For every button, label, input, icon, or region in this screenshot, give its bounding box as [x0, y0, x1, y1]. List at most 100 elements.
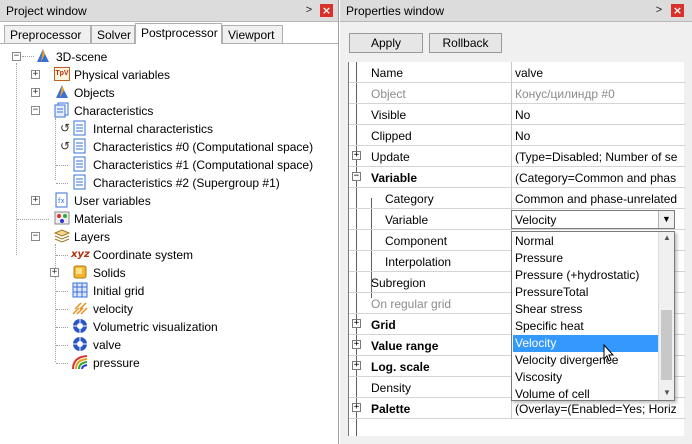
property-row-name[interactable]: Name valve — [349, 62, 685, 83]
dropdown-option[interactable]: Pressure (+hydrostatic) — [513, 267, 658, 284]
scrollbar-thumb[interactable] — [661, 310, 672, 380]
dropdown-arrow-icon[interactable]: ▼ — [658, 211, 674, 228]
property-name: Density — [371, 381, 412, 395]
dropdown-option[interactable]: Viscosity — [513, 369, 658, 386]
pin-icon[interactable]: ˃ — [303, 4, 315, 17]
collapse-icon[interactable]: − — [12, 52, 21, 61]
tree-node-label: Initial grid — [93, 284, 145, 298]
refresh-icon: ↺ — [60, 139, 71, 153]
tree-node-layers[interactable]: − Layers — [0, 228, 330, 246]
column-separator — [511, 167, 512, 188]
property-row-variable-group[interactable]: − Variable (Category=Common and phas — [349, 167, 685, 188]
property-name: Variable — [385, 213, 429, 227]
dropdown-option[interactable]: Specific heat — [513, 318, 658, 335]
tree-node-volumetric-visualization[interactable]: Volumetric visualization — [0, 318, 330, 336]
characteristics-icon — [54, 102, 69, 118]
dropdown-option[interactable]: Velocity divergence — [513, 352, 658, 369]
expand-icon[interactable]: + — [352, 361, 361, 370]
property-row-palette[interactable]: + Palette (Overlay=(Enabled=Yes; Horiz. — [349, 398, 685, 419]
tab-viewport[interactable]: Viewport — [222, 25, 283, 43]
objects-icon — [56, 85, 68, 98]
property-name: Category — [385, 192, 434, 206]
tree-node-characteristics-0[interactable]: ↺ Characteristics #0 (Computational spac… — [0, 138, 330, 156]
scroll-down-icon[interactable]: ▼ — [659, 388, 675, 397]
expand-icon[interactable]: + — [31, 88, 40, 97]
tree-node-label: pressure — [93, 356, 140, 370]
tree-node-label: Characteristics #0 (Computational space) — [93, 140, 314, 154]
expand-icon[interactable]: + — [50, 268, 59, 277]
tree-node-initial-grid[interactable]: Initial grid — [0, 282, 330, 300]
tab-postprocessor[interactable]: Postprocessor — [135, 23, 222, 44]
tree-node-label: Objects — [74, 86, 115, 100]
close-icon[interactable]: × — [320, 4, 333, 17]
tree-node-label: Characteristics #2 (Supergroup #1) — [93, 176, 280, 190]
column-separator — [511, 83, 512, 104]
tree-node-materials[interactable]: Materials — [0, 210, 330, 228]
rollback-button[interactable]: Rollback — [429, 33, 502, 53]
dropdown-option[interactable]: Volume of cell — [513, 386, 658, 400]
tree-node-label: Volumetric visualization — [93, 320, 218, 334]
tree-node-label: Layers — [74, 230, 111, 244]
dropdown-option[interactable]: Normal — [513, 233, 658, 250]
variable-select-value: Velocity — [515, 213, 557, 227]
variable-dropdown-list: Normal Pressure Pressure (+hydrostatic) … — [511, 231, 675, 401]
variable-select[interactable]: Velocity ▼ — [511, 210, 675, 229]
close-icon[interactable]: × — [671, 4, 684, 17]
project-window-titlebar: Project window ˃ × — [0, 0, 338, 22]
property-row-visible[interactable]: Visible No — [349, 104, 685, 125]
property-name: Update — [371, 150, 410, 164]
vector-icon — [72, 302, 88, 315]
tree-node-coordinate-system[interactable]: xyz Coordinate system — [0, 246, 330, 264]
expand-icon[interactable]: + — [31, 70, 40, 79]
tree-node-solids[interactable]: + Solids — [0, 264, 330, 282]
tree-guide — [17, 219, 49, 220]
tree-node-objects[interactable]: + Objects — [0, 84, 330, 102]
tree-node-user-variables[interactable]: + fx User variables — [0, 192, 330, 210]
expand-icon[interactable]: + — [31, 196, 40, 205]
dropdown-option[interactable]: PressureTotal — [513, 284, 658, 301]
tree-guide — [56, 363, 68, 364]
property-row-clipped[interactable]: Clipped No — [349, 125, 685, 146]
tree-node-characteristics-1[interactable]: Characteristics #1 (Computational space) — [0, 156, 330, 174]
solids-icon — [73, 265, 87, 279]
property-value: No — [515, 129, 531, 143]
expand-icon[interactable]: + — [352, 319, 361, 328]
property-name: Grid — [371, 318, 396, 332]
collapse-icon[interactable]: − — [352, 172, 361, 181]
tree-guide — [56, 165, 68, 166]
property-row-update[interactable]: + Update (Type=Disabled; Number of se — [349, 146, 685, 167]
pin-icon[interactable]: ˃ — [653, 4, 665, 17]
tree-node-characteristics[interactable]: − Characteristics — [0, 102, 330, 120]
apply-button[interactable]: Apply — [349, 33, 423, 53]
tree-node-characteristics-2[interactable]: Characteristics #2 (Supergroup #1) — [0, 174, 330, 192]
tree-node-internal-characteristics[interactable]: ↺ Internal characteristics — [0, 120, 330, 138]
tree-guide — [56, 309, 68, 310]
tree-node-valve[interactable]: valve — [0, 336, 330, 354]
dropdown-option-selected[interactable]: Velocity — [513, 335, 658, 352]
scroll-up-icon[interactable]: ▲ — [659, 233, 675, 242]
property-name: Value range — [371, 339, 439, 353]
expand-icon[interactable]: + — [352, 340, 361, 349]
tree-node-3d-scene[interactable]: − 3D-scene — [0, 48, 330, 66]
collapse-icon[interactable]: − — [31, 232, 40, 241]
dropdown-scrollbar[interactable]: ▲ ▼ — [658, 232, 674, 400]
collapse-icon[interactable]: − — [31, 106, 40, 115]
tree-node-label: valve — [93, 338, 122, 352]
grid-icon — [72, 282, 88, 298]
tree-node-velocity[interactable]: velocity — [0, 300, 330, 318]
property-row-category[interactable]: Category Common and phase-unrelated — [349, 188, 685, 209]
column-separator — [511, 146, 512, 167]
tree-node-pressure[interactable]: pressure — [0, 354, 330, 372]
tree-node-label: Internal characteristics — [93, 122, 214, 136]
dropdown-option[interactable]: Pressure — [513, 250, 658, 267]
tab-preprocessor[interactable]: Preprocessor — [4, 25, 91, 43]
property-row-object[interactable]: Object Конус/цилиндр #0 — [349, 83, 685, 104]
svg-text:fx: fx — [58, 197, 65, 205]
expand-icon[interactable]: + — [352, 151, 361, 160]
tree-node-label: Solids — [93, 266, 126, 280]
tab-solver[interactable]: Solver — [91, 25, 135, 43]
tree-node-physical-variables[interactable]: + TpV Physical variables — [0, 66, 330, 84]
dropdown-option[interactable]: Shear stress — [513, 301, 658, 318]
materials-icon — [54, 211, 70, 225]
expand-icon[interactable]: + — [352, 403, 361, 412]
